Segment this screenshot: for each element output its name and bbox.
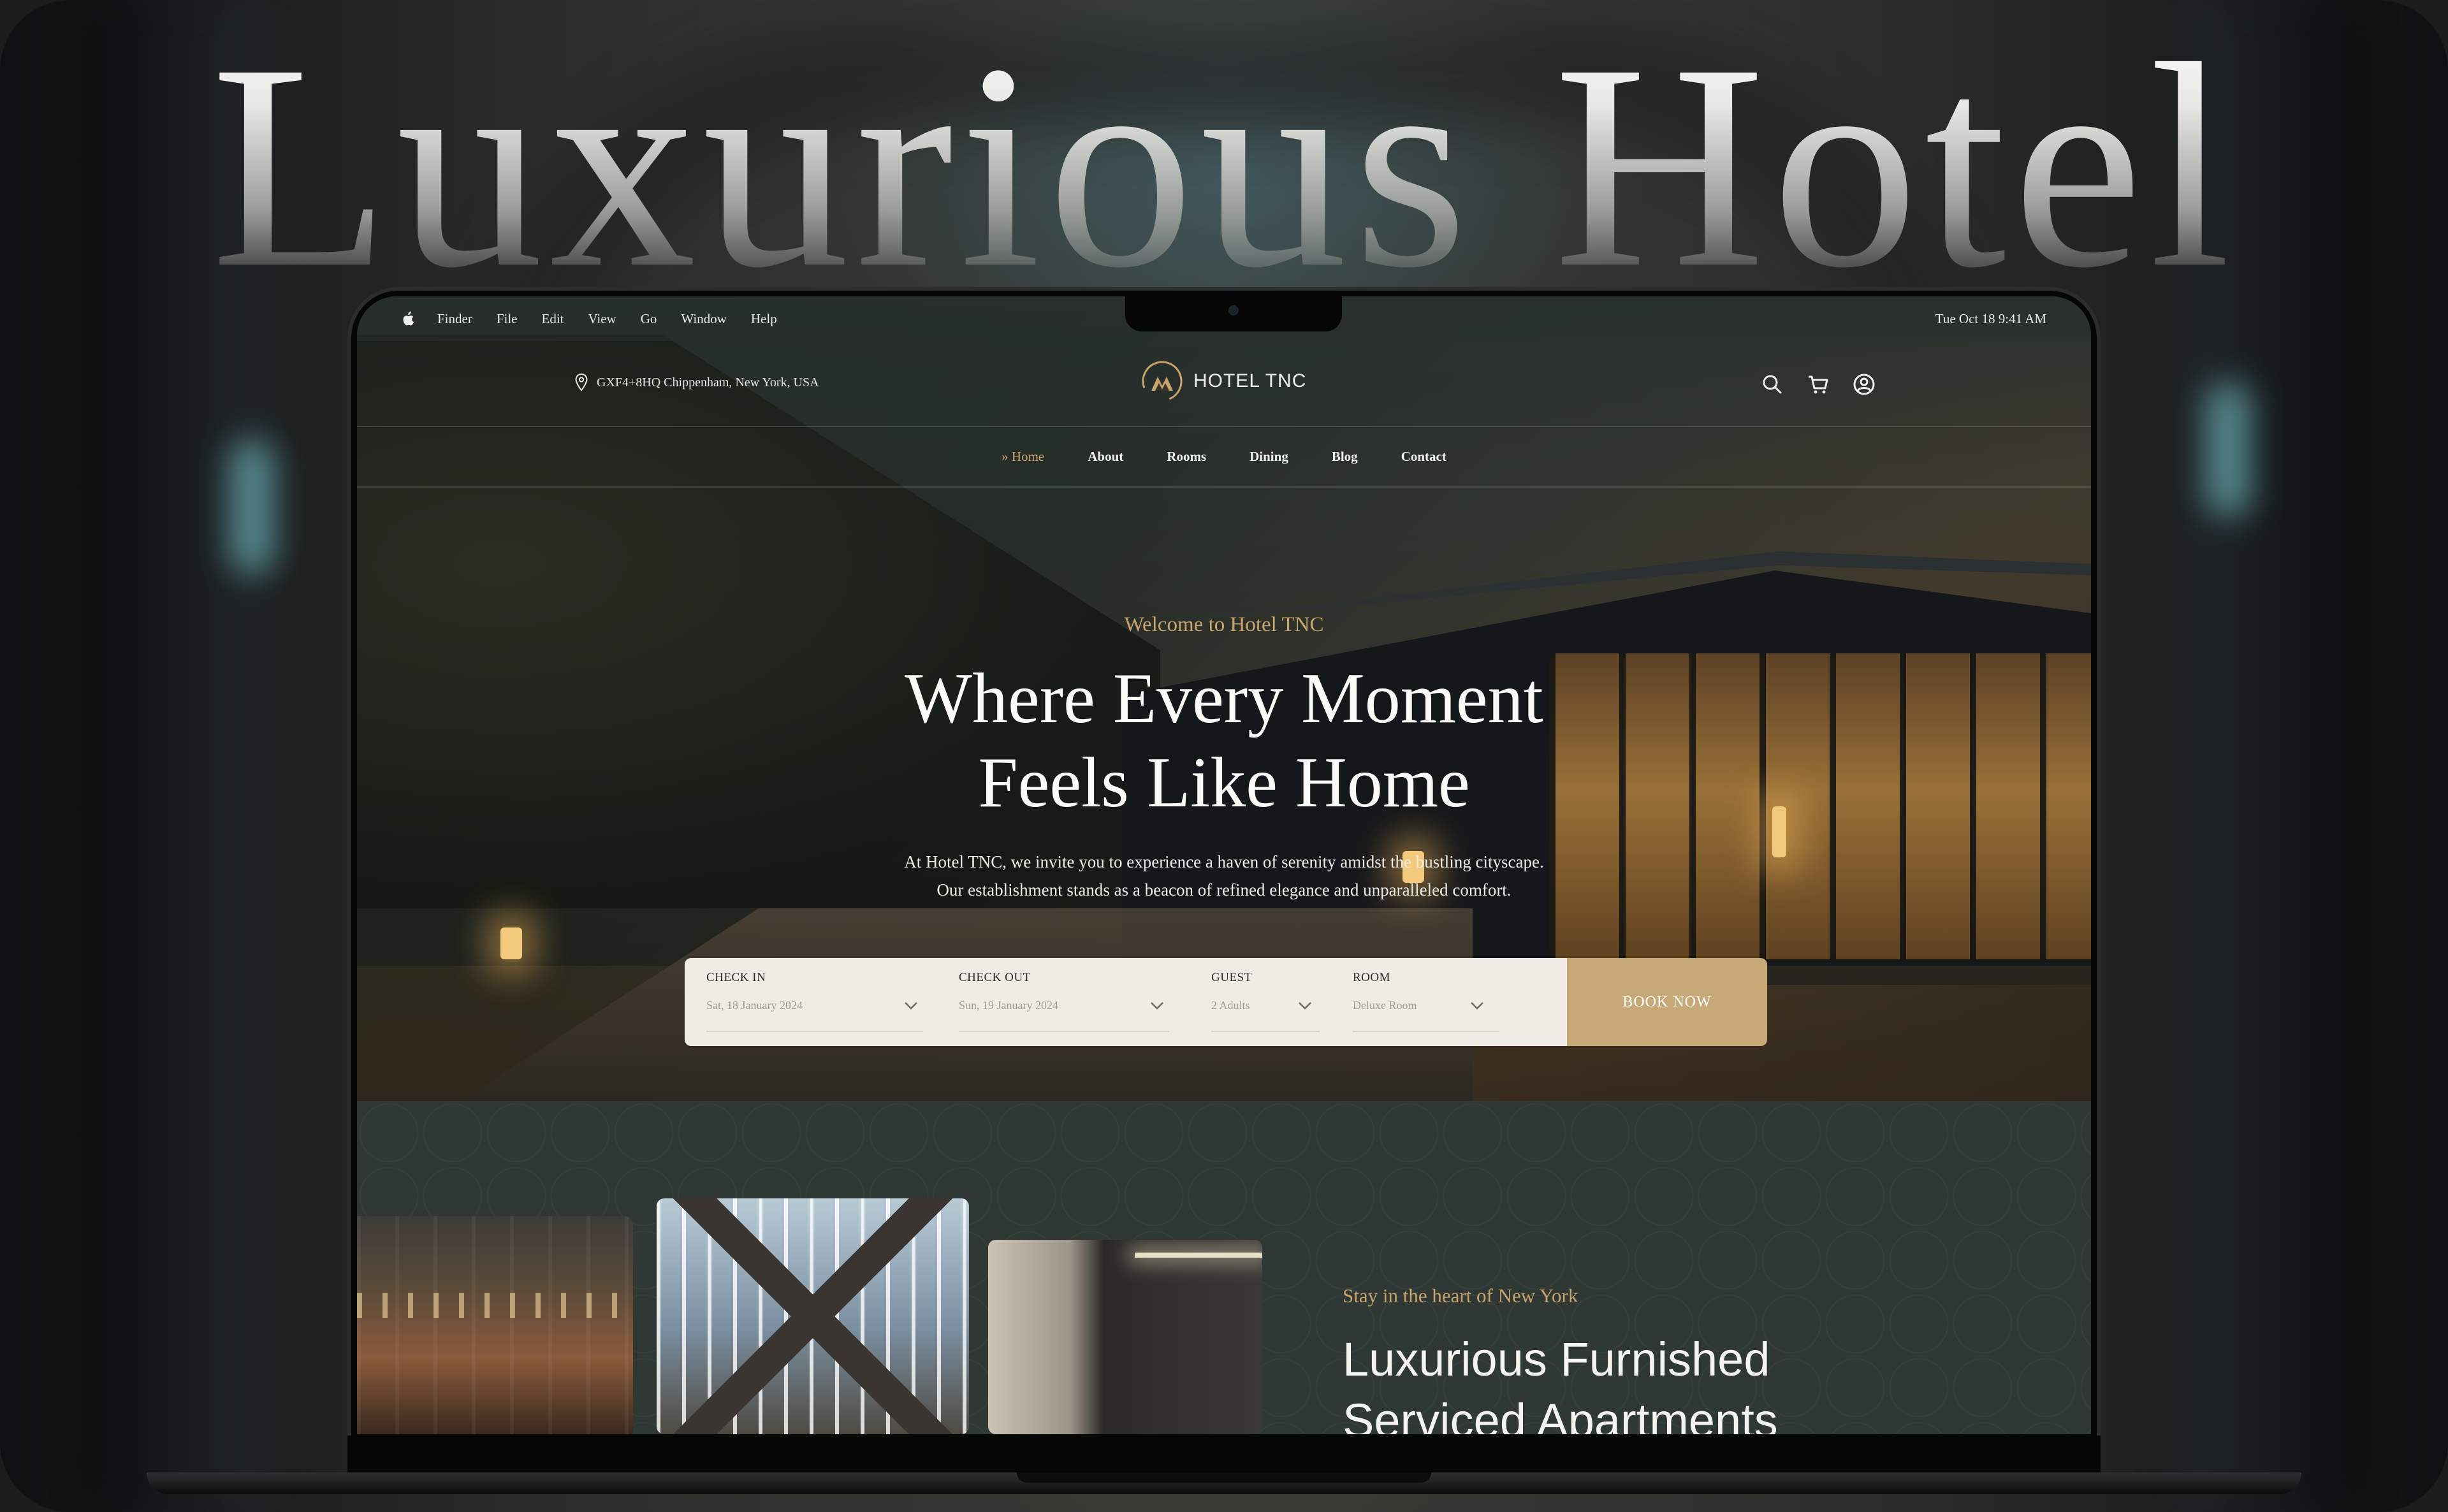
location-pin-icon bbox=[575, 373, 588, 391]
menu-view[interactable]: View bbox=[588, 311, 616, 327]
nav-active-chevron-icon: » bbox=[1002, 449, 1009, 464]
restaurant-photo bbox=[357, 1216, 633, 1434]
section-title-line-1: Luxurious Furnished bbox=[1343, 1333, 1770, 1386]
background-light-right bbox=[2206, 382, 2250, 516]
hotel-logo-icon bbox=[1142, 361, 1183, 402]
check-out-field[interactable]: CHECK OUT Sun, 19 January 2024 bbox=[937, 958, 1190, 1046]
photo-light-strip bbox=[1135, 1253, 1262, 1258]
nav-about[interactable]: About bbox=[1088, 449, 1123, 465]
brand[interactable]: HOTEL TNC bbox=[1141, 360, 1306, 402]
room-photo bbox=[988, 1240, 1262, 1434]
section-eyebrow: Stay in the heart of New York bbox=[1343, 1284, 1578, 1307]
menu-window[interactable]: Window bbox=[681, 311, 726, 327]
atrium-photo bbox=[657, 1198, 969, 1434]
photo-lights bbox=[357, 1293, 633, 1318]
laptop-hinge-notch bbox=[1017, 1472, 1431, 1483]
field-underline bbox=[706, 1031, 923, 1032]
camera-icon bbox=[1228, 305, 1239, 316]
chevron-down-icon[interactable] bbox=[1470, 1001, 1484, 1010]
nav-home-label: Home bbox=[1011, 449, 1045, 464]
hero-intro-line-2: Our establishment stands as a beacon of … bbox=[936, 880, 1512, 899]
menu-go[interactable]: Go bbox=[641, 311, 657, 327]
brand-name: HOTEL TNC bbox=[1193, 370, 1307, 391]
cart-icon[interactable] bbox=[1805, 372, 1831, 397]
address: GXF4+8HQ Chippenham, New York, USA bbox=[574, 373, 819, 392]
room-label: ROOM bbox=[1353, 971, 1391, 984]
site-header: GXF4+8HQ Chippenham, New York, USA HOTEL… bbox=[357, 341, 2091, 427]
check-in-value[interactable]: Sat, 18 January 2024 bbox=[706, 999, 937, 1012]
hero-headline-line-2: Feels Like Home bbox=[978, 743, 1470, 822]
section-title: Luxurious Furnished Serviced Apartments bbox=[1343, 1329, 1778, 1434]
nav-contact[interactable]: Contact bbox=[1401, 449, 1446, 465]
guest-value[interactable]: 2 Adults bbox=[1211, 999, 1331, 1012]
guest-field[interactable]: GUEST 2 Adults bbox=[1190, 958, 1331, 1046]
header-actions bbox=[1759, 372, 1897, 397]
address-text: GXF4+8HQ Chippenham, New York, USA bbox=[597, 375, 819, 389]
section-title-line-2: Serviced Apartments bbox=[1343, 1394, 1778, 1434]
menu-help[interactable]: Help bbox=[751, 311, 777, 327]
nav-home[interactable]: » Home bbox=[1002, 449, 1044, 465]
background-light-left bbox=[229, 440, 274, 574]
chevron-down-icon[interactable] bbox=[1298, 1001, 1312, 1010]
menu-file[interactable]: File bbox=[497, 311, 518, 327]
hero-intro: At Hotel TNC, we invite you to experienc… bbox=[357, 848, 2091, 904]
booking-fields: CHECK IN Sat, 18 January 2024 CHECK OUT … bbox=[685, 958, 1567, 1046]
field-underline bbox=[959, 1031, 1169, 1032]
hero-headline-line-1: Where Every Moment bbox=[905, 659, 1543, 738]
field-underline bbox=[1353, 1031, 1499, 1032]
search-icon[interactable] bbox=[1759, 372, 1785, 397]
laptop-base bbox=[147, 1472, 2301, 1494]
apple-icon[interactable] bbox=[400, 311, 414, 326]
chevron-down-icon[interactable] bbox=[1150, 1001, 1164, 1010]
field-underline bbox=[1211, 1031, 1320, 1032]
camera-notch bbox=[1125, 296, 1342, 331]
guest-label: GUEST bbox=[1211, 971, 1252, 984]
nav-rooms[interactable]: Rooms bbox=[1167, 449, 1206, 465]
room-field[interactable]: ROOM Deluxe Room bbox=[1331, 958, 1513, 1046]
menu-finder[interactable]: Finder bbox=[437, 311, 472, 327]
room-value[interactable]: Deluxe Room bbox=[1353, 999, 1513, 1012]
laptop-screen: Finder File Edit View Go Window Help Tue… bbox=[357, 296, 2091, 1434]
check-in-label: CHECK IN bbox=[706, 971, 766, 984]
check-in-field[interactable]: CHECK IN Sat, 18 January 2024 bbox=[685, 958, 937, 1046]
nav-dining[interactable]: Dining bbox=[1250, 449, 1288, 465]
menubar-clock[interactable]: Tue Oct 18 9:41 AM bbox=[1935, 311, 2046, 327]
book-now-button[interactable]: BOOK NOW bbox=[1567, 958, 1767, 1046]
booking-form: CHECK IN Sat, 18 January 2024 CHECK OUT … bbox=[685, 958, 1767, 1046]
user-icon[interactable] bbox=[1851, 372, 1877, 397]
showcase-title: Luxurious Hotel bbox=[0, 19, 2448, 312]
chevron-down-icon[interactable] bbox=[904, 1001, 918, 1010]
hero-intro-line-1: At Hotel TNC, we invite you to experienc… bbox=[904, 852, 1544, 871]
hero-lamp bbox=[500, 927, 522, 959]
hero-headline: Where Every Moment Feels Like Home bbox=[357, 657, 2091, 825]
nav-blog[interactable]: Blog bbox=[1332, 449, 1358, 465]
main-nav: » Home About Rooms Dining Blog Contact bbox=[357, 427, 2091, 488]
menu-edit[interactable]: Edit bbox=[542, 311, 564, 327]
hero-eyebrow: Welcome to Hotel TNC bbox=[1124, 613, 1324, 636]
laptop-bottom-bezel bbox=[347, 1436, 2101, 1472]
check-out-label: CHECK OUT bbox=[959, 971, 1031, 984]
